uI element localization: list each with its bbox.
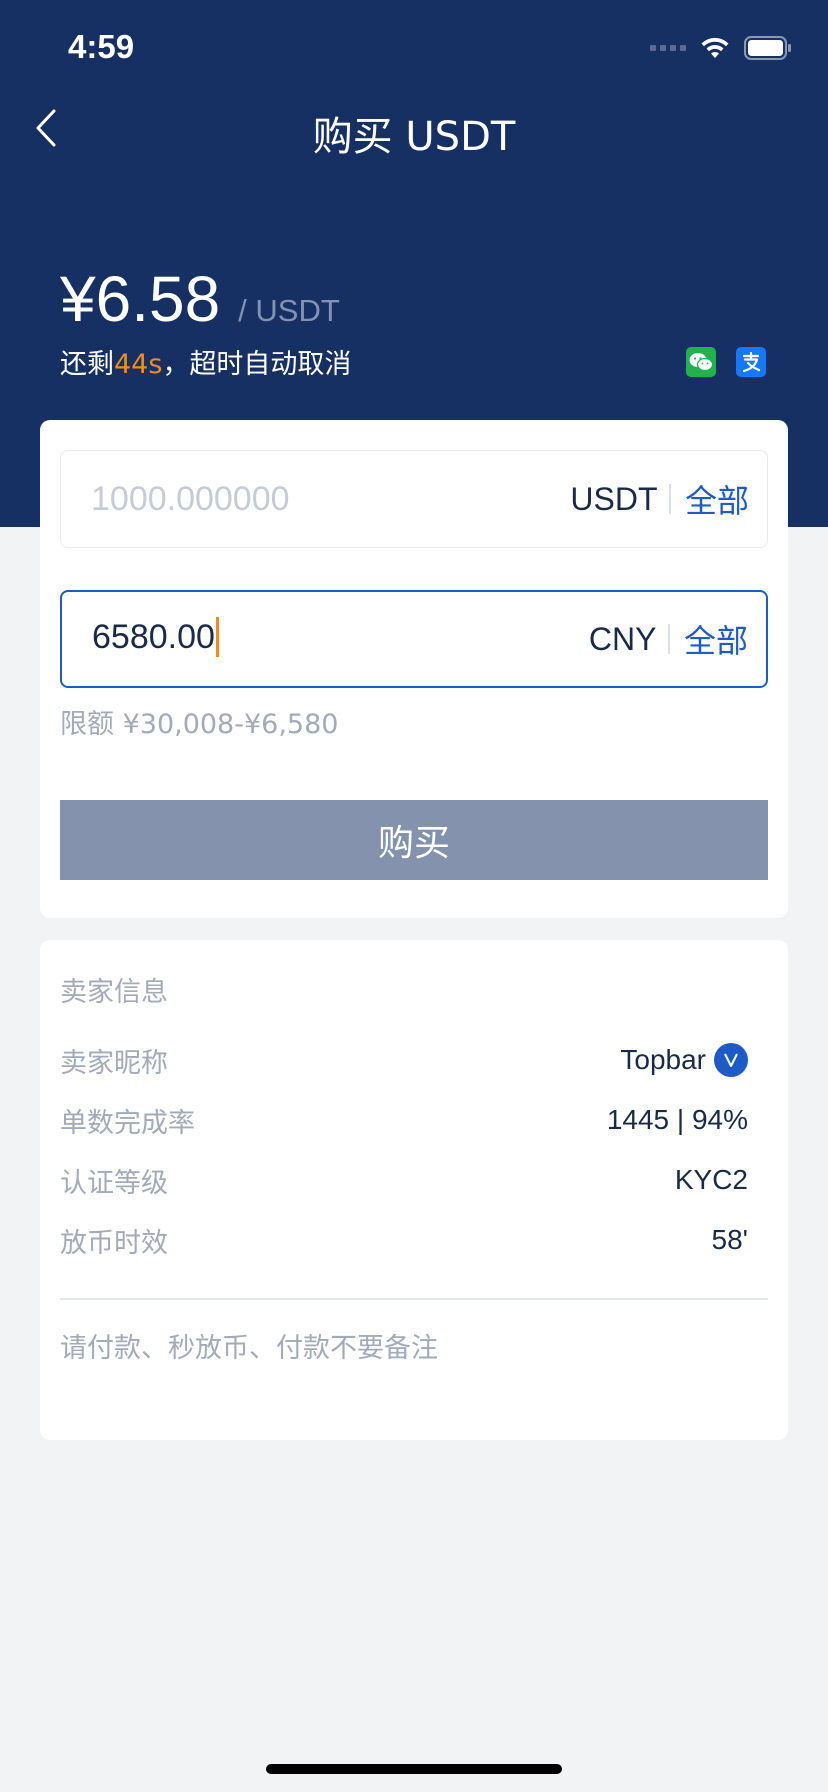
- page-title: 购买 USDT: [312, 114, 516, 160]
- home-indicator: [266, 1764, 562, 1774]
- wifi-icon: [700, 37, 730, 59]
- price-unit: / USDT: [238, 293, 340, 328]
- release-time-value: 58': [711, 1224, 749, 1255]
- seller-nickname-row: 卖家昵称 Topbar: [60, 1040, 748, 1080]
- seller-nickname: Topbar: [620, 1043, 748, 1077]
- release-time-row: 放币时效 58': [60, 1220, 748, 1260]
- signal-icon: [650, 45, 686, 51]
- cny-currency-label: CNY: [588, 620, 657, 657]
- buy-button[interactable]: 购买: [60, 800, 768, 880]
- cny-all-button[interactable]: 全部: [670, 616, 766, 662]
- status-icons: [650, 36, 792, 60]
- wechat-pay-icon: [686, 347, 716, 377]
- completion-rate-value: 1445 | 94%: [606, 1104, 748, 1135]
- buy-card: 1000.000000 USDT 全部 6580.00 CNY 全部 限额 ¥3…: [40, 420, 788, 918]
- price-display: ¥6.58 / USDT: [60, 262, 340, 336]
- completion-rate-row: 单数完成率 1445 | 94%: [60, 1100, 748, 1140]
- verified-v-icon: [714, 1043, 748, 1077]
- cny-amount-value: 6580.00: [92, 618, 215, 657]
- timer-seconds: 44s: [114, 349, 163, 380]
- divider: [60, 1298, 768, 1300]
- usdt-amount-input[interactable]: 1000.000000: [61, 480, 570, 519]
- info-label: 放币时效: [60, 1227, 168, 1259]
- seller-section-title: 卖家信息: [60, 977, 168, 1008]
- timer-prefix: 还剩: [60, 349, 114, 380]
- verification-level-row: 认证等级 KYC2: [60, 1160, 748, 1200]
- timer-suffix: ，超时自动取消: [162, 349, 352, 380]
- usdt-currency-label: USDT: [570, 480, 658, 517]
- seller-remark: 请付款、秒放币、付款不要备注: [60, 1333, 438, 1364]
- unit-price: ¥6.58: [60, 263, 221, 335]
- alipay-icon: [736, 347, 766, 377]
- status-time: 4:59: [68, 28, 135, 65]
- info-label: 卖家昵称: [60, 1047, 168, 1079]
- seller-nickname-value: Topbar: [620, 1044, 706, 1075]
- battery-icon: [744, 36, 792, 60]
- countdown-text: 还剩44s，超时自动取消: [60, 342, 351, 381]
- limit-text: 限额 ¥30,008-¥6,580: [60, 709, 339, 740]
- usdt-amount-field[interactable]: 1000.000000 USDT 全部: [60, 450, 768, 548]
- seller-info-card: 卖家信息 卖家昵称 Topbar 单数完成率 1445 | 94% 认证等级 K…: [40, 940, 788, 1440]
- cny-amount-field[interactable]: 6580.00 CNY 全部: [60, 590, 768, 688]
- text-cursor: [215, 616, 219, 657]
- cny-amount-input[interactable]: 6580.00: [62, 616, 589, 659]
- payment-methods: [686, 347, 766, 377]
- info-label: 单数完成率: [60, 1107, 195, 1139]
- verification-level-value: KYC2: [674, 1164, 748, 1195]
- info-label: 认证等级: [60, 1167, 168, 1199]
- usdt-all-button[interactable]: 全部: [671, 476, 767, 522]
